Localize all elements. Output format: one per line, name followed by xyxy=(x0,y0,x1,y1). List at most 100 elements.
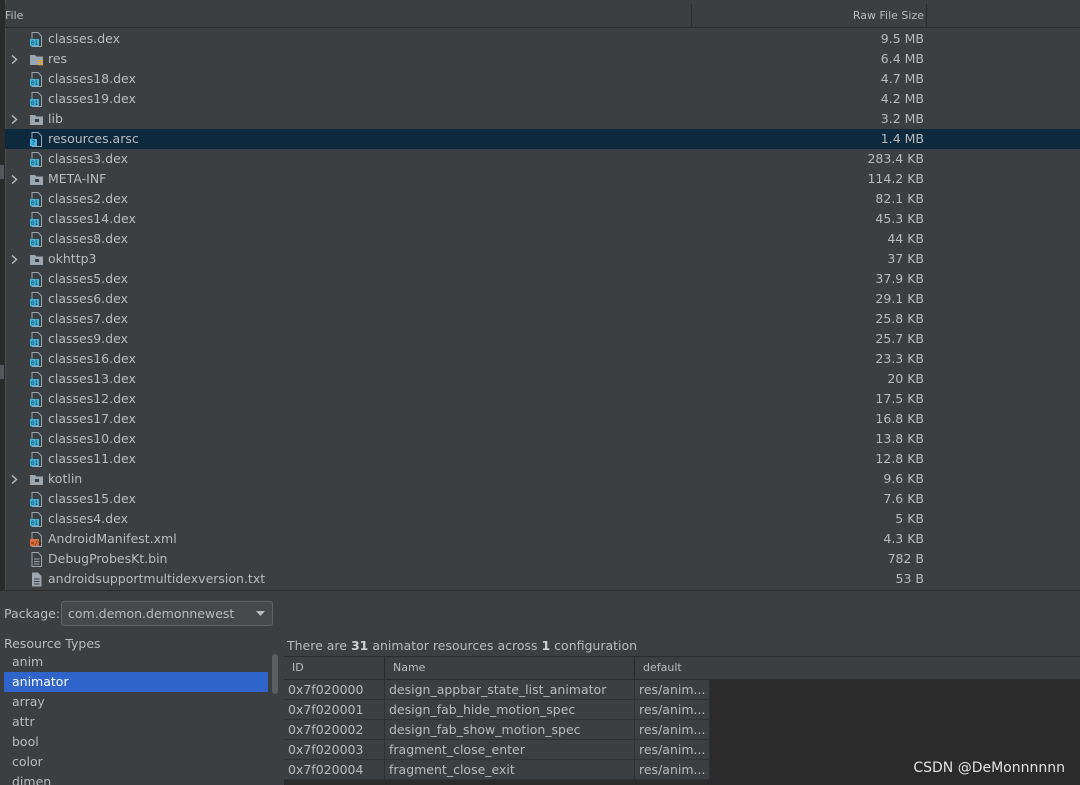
file-row[interactable]: okhttp3 37 KB xyxy=(5,249,1080,269)
resource-name-cell: fragment_close_enter xyxy=(385,740,635,760)
file-row[interactable]: 01 classes7.dex 25.8 KB xyxy=(5,309,1080,329)
dex-file-icon: 01 xyxy=(29,212,44,227)
file-row[interactable]: META-INF 114.2 KB xyxy=(5,169,1080,189)
column-header-file[interactable]: File xyxy=(5,4,692,27)
svg-text:01: 01 xyxy=(31,240,39,247)
svg-text:01: 01 xyxy=(31,400,39,407)
svg-text:01: 01 xyxy=(31,320,39,327)
file-size: 23.3 KB xyxy=(875,351,924,366)
summary-config-count: 1 xyxy=(541,638,551,653)
file-row[interactable]: 01 classes12.dex 17.5 KB xyxy=(5,389,1080,409)
file-size: 13.8 KB xyxy=(875,431,924,446)
resource-type-item[interactable]: color xyxy=(4,752,268,772)
file-size: 4.3 KB xyxy=(883,531,924,546)
file-name: classes9.dex xyxy=(48,331,128,346)
resource-type-item[interactable]: animator xyxy=(4,672,268,692)
file-size: 53 B xyxy=(895,571,924,586)
scrollbar-thumb[interactable] xyxy=(272,654,278,694)
column-header-default[interactable]: default xyxy=(635,657,1080,679)
resource-default-cell: res/anim... xyxy=(635,680,710,700)
file-name: classes14.dex xyxy=(48,211,136,226)
file-row[interactable]: androidsupportmultidexversion.txt 53 B xyxy=(5,569,1080,589)
file-row[interactable]: lib 3.2 MB xyxy=(5,109,1080,129)
file-row[interactable]: 01 classes19.dex 4.2 MB xyxy=(5,89,1080,109)
file-row[interactable]: res 6.4 MB xyxy=(5,49,1080,69)
package-dropdown[interactable]: com.demon.demonnewest xyxy=(61,601,273,626)
column-header-raw-file-size[interactable]: Raw File Size xyxy=(692,4,927,27)
panel-divider[interactable] xyxy=(0,590,1080,591)
resource-type-item[interactable]: dimen xyxy=(4,772,268,785)
folder-icon xyxy=(29,472,44,487)
package-dropdown-value: com.demon.demonnewest xyxy=(68,606,235,621)
resource-default-cell: res/anim... xyxy=(635,740,710,760)
file-row[interactable]: kotlin 9.6 KB xyxy=(5,469,1080,489)
resource-type-label: anim xyxy=(12,654,44,669)
chevron-right-icon[interactable] xyxy=(11,249,21,269)
file-row[interactable]: 01 classes8.dex 44 KB xyxy=(5,229,1080,249)
resource-type-label: color xyxy=(12,754,43,769)
unknown-file-icon: ? xyxy=(29,132,44,147)
summary-middle: animator resources across xyxy=(368,638,542,653)
file-row[interactable]: 01 classes5.dex 37.9 KB xyxy=(5,269,1080,289)
resource-types-scrollbar[interactable] xyxy=(270,652,280,785)
file-name: resources.arsc xyxy=(48,131,139,146)
chevron-right-icon[interactable] xyxy=(11,109,21,129)
file-row[interactable]: ? resources.arsc 1.4 MB xyxy=(5,129,1080,149)
resource-default-cell: res/anim... xyxy=(635,700,710,720)
file-row[interactable]: 01 classes16.dex 23.3 KB xyxy=(5,349,1080,369)
chevron-right-icon[interactable] xyxy=(11,469,21,489)
file-row[interactable]: 01 classes10.dex 13.8 KB xyxy=(5,429,1080,449)
resource-id-cell: 0x7f020001 xyxy=(284,700,385,720)
svg-text:01: 01 xyxy=(31,40,39,47)
package-label: Package: xyxy=(4,606,61,621)
file-row[interactable]: 01 classes2.dex 82.1 KB xyxy=(5,189,1080,209)
dex-file-icon: 01 xyxy=(29,272,44,287)
file-row[interactable]: 01 classes11.dex 12.8 KB xyxy=(5,449,1080,469)
text-file-icon xyxy=(29,572,44,587)
chevron-right-icon[interactable] xyxy=(11,169,21,189)
folder-icon xyxy=(29,112,44,127)
file-row[interactable]: 01 classes4.dex 5 KB xyxy=(5,509,1080,529)
resource-row[interactable]: 0x7f020003 fragment_close_enter res/anim..… xyxy=(284,740,710,760)
resource-type-item[interactable]: attr xyxy=(4,712,268,732)
file-size: 6.4 MB xyxy=(880,51,924,66)
file-size: 25.8 KB xyxy=(875,311,924,326)
resource-row[interactable]: 0x7f020000 design_appbar_state_list_anima… xyxy=(284,680,710,700)
file-name: lib xyxy=(48,111,63,126)
file-row[interactable]: 01 classes.dex 9.5 MB xyxy=(5,29,1080,49)
resource-row[interactable]: 0x7f020004 fragment_close_exit res/anim... xyxy=(284,760,710,780)
file-row[interactable]: DebugProbesKt.bin 782 B xyxy=(5,549,1080,569)
resource-name-cell: fragment_close_exit xyxy=(385,760,635,780)
resource-row[interactable]: 0x7f020001 design_fab_hide_motion_spec res… xyxy=(284,700,710,720)
resource-type-item[interactable]: array xyxy=(4,692,268,712)
dex-file-icon: 01 xyxy=(29,312,44,327)
column-header-id[interactable]: ID xyxy=(284,657,385,679)
resource-type-item[interactable]: anim xyxy=(4,652,268,672)
column-header-name[interactable]: Name xyxy=(385,657,635,679)
file-row[interactable]: 01 classes3.dex 283.4 KB xyxy=(5,149,1080,169)
file-name: classes16.dex xyxy=(48,351,136,366)
resource-default-cell: res/anim... xyxy=(635,760,710,780)
file-row[interactable]: 01 classes6.dex 29.1 KB xyxy=(5,289,1080,309)
chevron-down-icon xyxy=(256,611,265,616)
file-name: classes8.dex xyxy=(48,231,128,246)
resource-row[interactable]: 0x7f020002 design_fab_show_motion_spec res… xyxy=(284,720,710,740)
file-row[interactable]: </> AndroidManifest.xml 4.3 KB xyxy=(5,529,1080,549)
file-row[interactable]: 01 classes13.dex 20 KB xyxy=(5,369,1080,389)
file-row[interactable]: 01 classes9.dex 25.7 KB xyxy=(5,329,1080,349)
resource-type-label: animator xyxy=(12,674,69,689)
dex-file-icon: 01 xyxy=(29,32,44,47)
file-row[interactable]: 01 classes18.dex 4.7 MB xyxy=(5,69,1080,89)
file-row[interactable]: 01 classes15.dex 7.6 KB xyxy=(5,489,1080,509)
file-name: DebugProbesKt.bin xyxy=(48,551,168,566)
chevron-right-icon[interactable] xyxy=(11,49,21,69)
svg-text:01: 01 xyxy=(31,100,39,107)
dex-file-icon: 01 xyxy=(29,352,44,367)
file-size: 29.1 KB xyxy=(875,291,924,306)
resource-type-item[interactable]: bool xyxy=(4,732,268,752)
file-size: 782 B xyxy=(887,551,924,566)
svg-text:01: 01 xyxy=(31,460,39,467)
svg-text:</>: </> xyxy=(31,540,42,547)
file-row[interactable]: 01 classes14.dex 45.3 KB xyxy=(5,209,1080,229)
file-row[interactable]: 01 classes17.dex 16.8 KB xyxy=(5,409,1080,429)
